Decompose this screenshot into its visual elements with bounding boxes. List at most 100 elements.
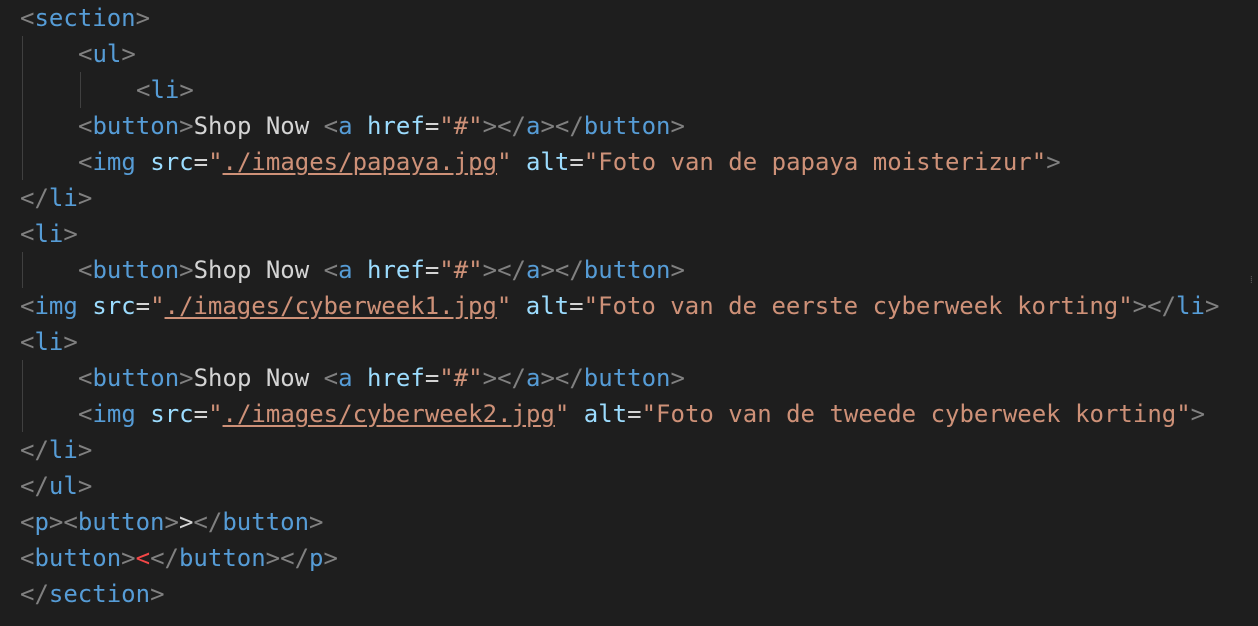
text-shop-now: Shop Now (193, 364, 324, 392)
code-line-2[interactable]: <ul> (0, 36, 1258, 72)
text-next-arrow: > (178, 508, 194, 536)
bracket: < (20, 220, 35, 248)
path-link-cyberweek2[interactable]: ./images/cyberweek2.jpg (223, 400, 555, 428)
tag-button-close: button (583, 256, 671, 284)
tag-ul: ul (92, 40, 122, 68)
bracket: </ (20, 184, 49, 212)
bracket: > (179, 256, 194, 284)
bracket: > (1204, 292, 1220, 320)
bracket: < (78, 400, 93, 428)
tag-li: li (34, 220, 64, 248)
indent-guide (22, 108, 23, 144)
code-line-8[interactable]: <button>Shop Now <a href="#"></a></butto… (0, 252, 1258, 288)
tag-p: p (34, 508, 49, 536)
code-line-1[interactable]: <section> (0, 0, 1258, 36)
value-href: # (453, 364, 469, 392)
bracket: > (482, 364, 498, 392)
tag-button-close: button (583, 364, 671, 392)
attr-src: src (150, 400, 194, 428)
tag-button: button (92, 112, 180, 140)
code-line-6[interactable]: </li> (0, 180, 1258, 216)
tag-li: li (150, 76, 180, 104)
quote: " (554, 400, 570, 428)
tag-li-close: li (48, 436, 78, 464)
bracket: > (179, 76, 194, 104)
tag-button-close: button (583, 112, 671, 140)
indent-guide (80, 72, 81, 108)
bracket: > (540, 364, 555, 392)
equals: = (569, 292, 584, 320)
quote: " (496, 292, 512, 320)
bracket: < (323, 112, 339, 140)
code-line-3[interactable]: <li> (0, 72, 1258, 108)
indent-guide (22, 252, 23, 288)
value-href: # (453, 256, 469, 284)
quote: " (208, 400, 223, 428)
bracket: > (670, 112, 685, 140)
attr-alt: alt (525, 292, 570, 320)
tag-a: a (338, 112, 353, 140)
equals: = (424, 364, 440, 392)
path-link-papaya[interactable]: ./images/papaya.jpg (223, 148, 498, 176)
text-prev-arrow-error: < (135, 544, 151, 572)
tag-ul-close: ul (48, 472, 78, 500)
bracket: > (63, 220, 78, 248)
bracket: > (309, 508, 324, 536)
quote: " (583, 292, 599, 320)
bracket: > (63, 328, 78, 356)
code-line-12[interactable]: <img src="./images/cyberweek2.jpg" alt="… (0, 396, 1258, 432)
code-line-15[interactable]: <p><button>></button> (0, 504, 1258, 540)
code-line-16[interactable]: <button><</button></p> (0, 540, 1258, 576)
bracket: </ (20, 472, 49, 500)
bracket: < (20, 544, 35, 572)
tag-li: li (34, 328, 64, 356)
code-line-5[interactable]: <img src="./images/papaya.jpg" alt="Foto… (0, 144, 1258, 180)
tag-button: button (92, 364, 180, 392)
indent-guide (22, 72, 23, 108)
code-line-17[interactable]: </section> (0, 576, 1258, 612)
bracket: > (1190, 400, 1206, 428)
path-link-cyberweek1[interactable]: ./images/cyberweek1.jpg (165, 292, 497, 320)
bracket: </ (497, 112, 526, 140)
code-line-13[interactable]: </li> (0, 432, 1258, 468)
code-line-7[interactable]: <li> (0, 216, 1258, 252)
indent-guide (22, 144, 23, 180)
code-line-11[interactable]: <button>Shop Now <a href="#"></a></butto… (0, 360, 1258, 396)
quote: " (1176, 400, 1191, 428)
bracket: > (150, 580, 165, 608)
tag-a-close: a (525, 112, 541, 140)
quote: " (641, 400, 657, 428)
bracket: < (323, 364, 339, 392)
tag-img: img (92, 148, 136, 176)
attr-alt: alt (525, 148, 570, 176)
code-line-10[interactable]: <li> (0, 324, 1258, 360)
tag-section: section (34, 4, 136, 32)
quote: " (439, 112, 454, 140)
attr-src: src (92, 292, 136, 320)
quote: " (1118, 292, 1133, 320)
bracket: > (77, 472, 93, 500)
bracket: </ (554, 364, 584, 392)
bracket: < (20, 328, 35, 356)
attr-src: src (150, 148, 194, 176)
equals: = (135, 292, 151, 320)
code-editor[interactable]: <section> <ul> <li> <button>Shop Now <a … (0, 0, 1258, 626)
bracket: </ (554, 112, 584, 140)
quote: " (439, 364, 454, 392)
quote: " (208, 148, 223, 176)
code-line-14[interactable]: </ul> (0, 468, 1258, 504)
bracket: > (179, 112, 194, 140)
code-line-4[interactable]: <button>Shop Now <a href="#"></a></butto… (0, 108, 1258, 144)
tag-a: a (338, 256, 353, 284)
bracket: < (63, 508, 78, 536)
code-content[interactable]: <section> <ul> <li> <button>Shop Now <a … (0, 0, 1258, 612)
tag-li-close: li (48, 184, 78, 212)
tag-img: img (92, 400, 136, 428)
code-line-9[interactable]: <img src="./images/cyberweek1.jpg" alt="… (0, 288, 1258, 324)
bracket: > (164, 508, 179, 536)
